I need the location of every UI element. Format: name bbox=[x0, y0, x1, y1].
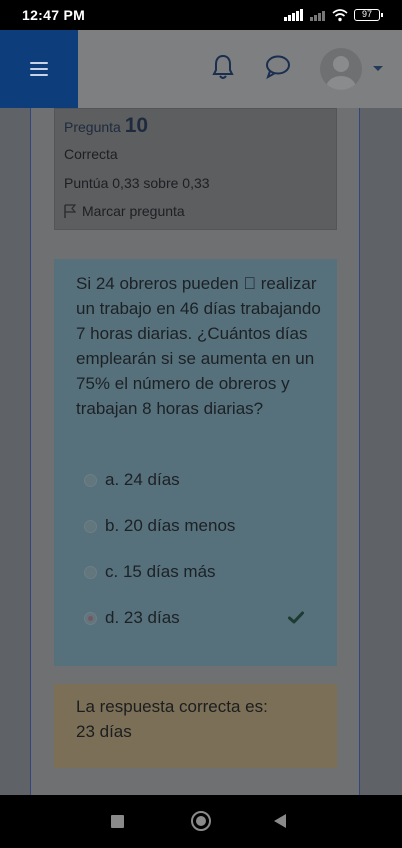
correct-answer-feedback: La respuesta correcta es: 23 días bbox=[54, 684, 337, 768]
flag-label: Marcar pregunta bbox=[82, 203, 185, 219]
option-c[interactable]: c. 15 días más bbox=[84, 562, 216, 582]
option-label: a. 24 días bbox=[105, 470, 180, 489]
question-grade: Puntúa 0,33 sobre 0,33 bbox=[64, 175, 210, 191]
menu-icon bbox=[30, 62, 48, 76]
question-text: Si 24 obreros pueden   realizar un traba… bbox=[76, 274, 321, 418]
check-icon bbox=[288, 611, 304, 624]
status-icons: 97 bbox=[284, 8, 383, 22]
signal-2-icon bbox=[310, 11, 325, 21]
option-label: d. 23 días bbox=[105, 608, 180, 627]
option-b[interactable]: b. 20 días menos bbox=[84, 516, 235, 536]
option-d[interactable]: d. 23 días bbox=[84, 608, 180, 628]
quiz-page: Pregunta 10 Correcta Puntúa 0,33 sobre 0… bbox=[30, 108, 360, 795]
option-label: c. 15 días más bbox=[105, 562, 216, 581]
question-label: Pregunta bbox=[64, 119, 121, 135]
wifi-icon bbox=[332, 8, 348, 21]
battery-icon: 97 bbox=[354, 9, 383, 21]
question-box: Si 24 obreros pueden   realizar un traba… bbox=[54, 259, 337, 666]
question-info: Pregunta 10 Correcta Puntúa 0,33 sobre 0… bbox=[54, 108, 337, 230]
correct-answer-value: 23 días bbox=[76, 722, 132, 741]
question-number-value: 10 bbox=[124, 114, 149, 137]
radio-icon[interactable] bbox=[84, 473, 97, 487]
question-state: Correcta bbox=[64, 146, 118, 162]
back-button[interactable] bbox=[274, 814, 286, 828]
user-avatar[interactable] bbox=[320, 48, 362, 90]
correct-answer-label: La respuesta correcta es: bbox=[76, 697, 268, 716]
option-a[interactable]: a. 24 días bbox=[84, 470, 180, 490]
menu-button[interactable] bbox=[0, 30, 78, 108]
caret-down-icon[interactable] bbox=[373, 66, 383, 71]
status-time: 12:47 PM bbox=[22, 7, 86, 23]
android-nav-bar bbox=[0, 795, 402, 848]
recents-button[interactable] bbox=[111, 815, 124, 828]
home-button[interactable] bbox=[191, 811, 211, 831]
question-number: Pregunta 10 bbox=[64, 114, 148, 138]
bell-icon[interactable] bbox=[212, 54, 234, 80]
chat-icon[interactable] bbox=[264, 54, 292, 80]
flag-question-link[interactable]: Marcar pregunta bbox=[64, 203, 185, 219]
avatar-icon bbox=[326, 56, 356, 90]
option-label: b. 20 días menos bbox=[105, 516, 236, 535]
radio-icon[interactable] bbox=[84, 565, 97, 579]
signal-icon bbox=[284, 9, 303, 21]
radio-icon[interactable] bbox=[84, 519, 97, 533]
flag-icon bbox=[64, 204, 76, 218]
status-bar: 12:47 PM 97 bbox=[0, 0, 402, 30]
app-screen: Pregunta 10 Correcta Puntúa 0,33 sobre 0… bbox=[0, 30, 402, 795]
top-navbar bbox=[0, 30, 402, 108]
radio-checked-icon[interactable] bbox=[84, 611, 97, 625]
